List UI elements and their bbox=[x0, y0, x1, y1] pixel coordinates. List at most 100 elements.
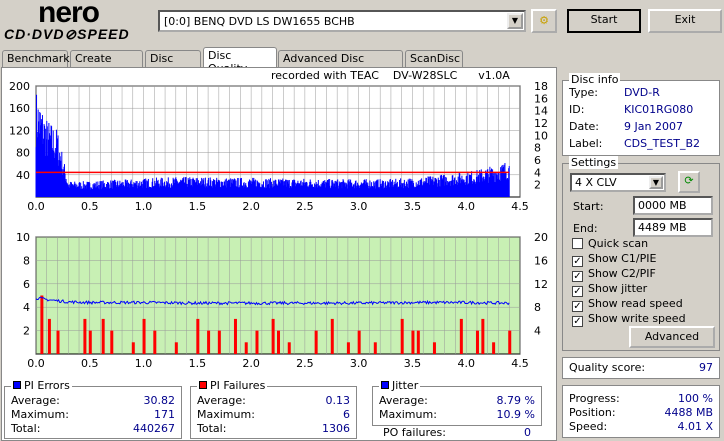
pi-failure-bar bbox=[400, 318, 404, 354]
disc-info-row: Label: CDS_TEST_B2 bbox=[569, 137, 701, 150]
y2-tick-label: 4 bbox=[534, 325, 541, 338]
y-tick-label: 8 bbox=[23, 254, 30, 267]
y2-tick-label: 2 bbox=[534, 179, 541, 192]
pi-failure-bar bbox=[432, 342, 436, 354]
checkbox-show-jitter[interactable]: ✓ Show jitter bbox=[572, 282, 647, 297]
checkbox-show-read-speed[interactable]: ✓ Show read speed bbox=[572, 297, 683, 312]
y-tick-label: 160 bbox=[9, 102, 30, 115]
pi-failure-bar bbox=[416, 330, 420, 354]
pi-failures-group: PI Failures Average: 0.13 Maximum: 6 Total: 13… bbox=[190, 379, 357, 439]
checkbox-show-c2-pif[interactable]: ✓ Show C2/PIF bbox=[572, 267, 656, 282]
speed-select[interactable]: 4 X CLV ▼ bbox=[570, 173, 666, 192]
y2-tick-label: 20 bbox=[534, 231, 548, 244]
settings-group: Settings 4 X CLV ▼ ⟳ Start: 0000 MB End: … bbox=[562, 156, 720, 351]
x-tick-label: 2.0 bbox=[242, 200, 260, 213]
disc-info-row: ID: KIC01RG080 bbox=[569, 103, 694, 116]
pi-failure-bar bbox=[255, 330, 259, 354]
checkbox-quick-scan[interactable]: Quick scan bbox=[572, 237, 648, 250]
pi-failure-bar bbox=[244, 342, 248, 354]
checkbox-show-c1-pie[interactable]: ✓ Show C1/PIE bbox=[572, 252, 656, 267]
pi-failure-bar bbox=[233, 318, 237, 354]
pi-failure-bar bbox=[330, 318, 334, 354]
checkbox-icon[interactable]: ✓ bbox=[572, 256, 583, 267]
x-tick-label: 4.5 bbox=[511, 357, 529, 370]
pi-failure-bar bbox=[207, 330, 211, 354]
pi-failure-bar bbox=[357, 330, 361, 354]
start-input[interactable]: 0000 MB bbox=[633, 196, 713, 215]
pi-failure-bar bbox=[314, 330, 318, 354]
chevron-down-icon[interactable]: ▼ bbox=[649, 176, 663, 189]
y2-tick-label: 16 bbox=[534, 92, 548, 105]
x-tick-label: 4.5 bbox=[511, 200, 529, 213]
x-tick-label: 1.0 bbox=[135, 357, 153, 370]
x-tick-label: 3.5 bbox=[404, 200, 422, 213]
checkbox-icon[interactable]: ✓ bbox=[572, 286, 583, 297]
pi-failure-bar bbox=[47, 318, 51, 354]
jitter-group: Jitter Average: 8.79 % Maximum: 10.9 % bbox=[372, 379, 542, 426]
plot-area bbox=[35, 85, 521, 198]
pi-failure-bar bbox=[271, 318, 275, 354]
x-tick-label: 1.5 bbox=[189, 200, 207, 213]
y-tick-label: 2 bbox=[23, 325, 30, 338]
x-tick-label: 3.0 bbox=[350, 357, 368, 370]
pi-failure-bar bbox=[373, 342, 377, 354]
x-tick-label: 0.0 bbox=[27, 357, 45, 370]
quality-score-box: Quality score: 97 bbox=[562, 357, 720, 379]
y-tick-label: 120 bbox=[9, 124, 30, 137]
advanced-button[interactable]: Advanced bbox=[629, 326, 715, 348]
pi-failure-bar bbox=[88, 330, 92, 354]
progress-box: Progress: 100 % Position: 4488 MB Speed: 4.01… bbox=[562, 385, 720, 438]
x-tick-label: 1.0 bbox=[135, 200, 153, 213]
end-input[interactable]: 4489 MB bbox=[633, 218, 713, 237]
refresh-icon[interactable]: ⟳ bbox=[678, 171, 700, 193]
po-failures: PO failures: 0 bbox=[383, 426, 531, 439]
disc-info-row: Date: 9 Jan 2007 bbox=[569, 120, 683, 133]
y2-tick-label: 4 bbox=[534, 166, 541, 179]
pi-failure-bar bbox=[475, 330, 479, 354]
x-tick-label: 1.5 bbox=[189, 357, 207, 370]
pi-failure-bar bbox=[481, 318, 485, 354]
y2-tick-label: 8 bbox=[534, 142, 541, 155]
pi-failure-bar bbox=[508, 330, 512, 354]
checkbox-icon[interactable]: ✓ bbox=[572, 301, 583, 312]
disc-info-group: Disc info Type: DVD-R ID: KIC01RG080 Date: 9 … bbox=[562, 73, 720, 156]
pi-failure-bar bbox=[492, 342, 496, 354]
pi-failure-bar bbox=[459, 318, 463, 354]
checkbox-icon[interactable] bbox=[572, 238, 583, 249]
pi-failure-bar bbox=[174, 342, 178, 354]
progress-row: Speed: 4.01 X bbox=[569, 420, 713, 433]
pi-failure-bar bbox=[56, 330, 60, 354]
y-tick-label: 6 bbox=[23, 278, 30, 291]
end-label: End: bbox=[573, 222, 598, 235]
legend-swatch-icon bbox=[199, 381, 207, 389]
checkbox-icon[interactable]: ✓ bbox=[572, 271, 583, 282]
progress-row: Progress: 100 % bbox=[569, 392, 713, 405]
pi-failure-bar bbox=[110, 330, 114, 354]
pi-failure-bar bbox=[277, 330, 280, 354]
x-tick-label: 3.5 bbox=[404, 357, 422, 370]
y2-tick-label: 16 bbox=[534, 254, 548, 267]
charts: 4080120160200246810121416180.0 0.5 1.0 1.5 2… bbox=[9, 80, 548, 370]
x-tick-label: 4.0 bbox=[457, 200, 475, 213]
start-label: Start: bbox=[573, 200, 604, 213]
x-tick-label: 0.5 bbox=[81, 357, 99, 370]
y2-tick-label: 8 bbox=[534, 301, 541, 314]
y2-tick-label: 18 bbox=[534, 80, 548, 93]
start-button[interactable]: Start bbox=[567, 9, 641, 33]
pi-errors-group: PI Errors Average: 30.82 Maximum: 171 Total: 4… bbox=[4, 379, 182, 439]
y2-tick-label: 14 bbox=[534, 105, 548, 118]
y2-tick-label: 10 bbox=[534, 129, 548, 142]
y-tick-label: 40 bbox=[16, 169, 30, 182]
y-tick-label: 80 bbox=[16, 147, 30, 160]
x-tick-label: 2.5 bbox=[296, 200, 314, 213]
legend-swatch-icon bbox=[13, 381, 21, 389]
checkbox-icon[interactable]: ✓ bbox=[572, 316, 583, 327]
checkbox-show-write-speed[interactable]: ✓ Show write speed bbox=[572, 312, 686, 327]
pi-failure-bar bbox=[411, 330, 415, 354]
exit-button[interactable]: Exit bbox=[648, 9, 722, 33]
pi-failure-bar bbox=[196, 318, 200, 354]
x-tick-label: 3.0 bbox=[350, 200, 368, 213]
legend-swatch-icon bbox=[381, 381, 389, 389]
pi-failure-bar bbox=[153, 330, 157, 354]
pi-failure-bar bbox=[217, 330, 221, 354]
